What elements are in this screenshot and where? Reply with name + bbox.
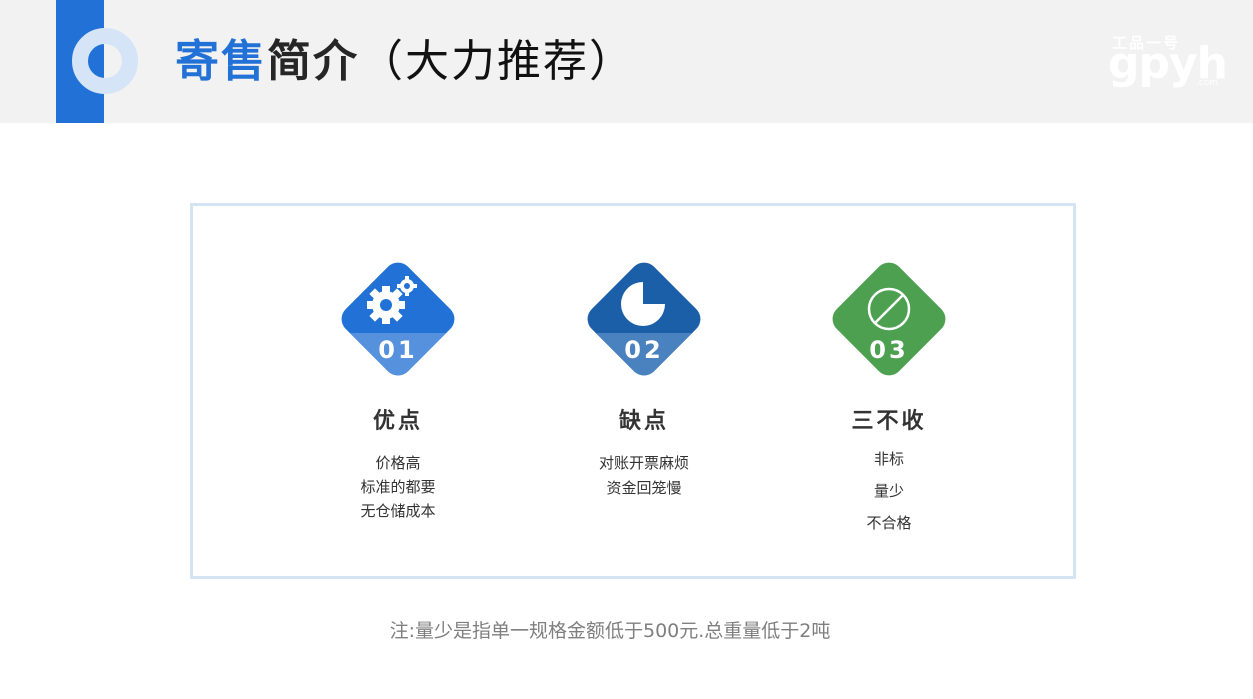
- card-disadvantages: 02 缺点 对账开票麻烦 资金回笼慢: [554, 257, 734, 547]
- card-number: 01: [378, 336, 418, 364]
- title-accent: 寄售: [175, 36, 267, 87]
- footnote: 注:量少是指单一规格金额低于500元.总重量低于2吨: [389, 620, 831, 642]
- list-item: 量少: [873, 482, 904, 500]
- diamond-badge: 01: [336, 257, 460, 381]
- title-rest: 简介: [267, 36, 359, 87]
- list-item: 价格高: [375, 454, 421, 472]
- card-number: 02: [624, 336, 664, 364]
- watermark-sub: .com: [1195, 78, 1218, 88]
- list-item: 非标: [873, 450, 904, 468]
- watermark-logo: 工品一号 gpyh .com: [1108, 30, 1228, 92]
- card-lines: 非标 量少 不合格: [799, 443, 979, 539]
- card-heading: 缺点: [618, 409, 669, 434]
- card-heading: 优点: [372, 409, 423, 434]
- header: 寄售简介（大力推荐） 工品一号 gpyh .com: [0, 0, 1253, 123]
- diamond-badge: 02: [582, 257, 706, 381]
- card-lines: 价格高 标准的都要 无仓储成本: [308, 451, 488, 523]
- list-item: 标准的都要: [360, 478, 436, 496]
- diamond-badge: 03: [827, 257, 951, 381]
- card-three-rejects: 03 三不收 非标 量少 不合格: [799, 257, 979, 547]
- list-item: 无仓储成本: [360, 502, 436, 520]
- page-title: 寄售简介（大力推荐）: [175, 30, 635, 94]
- list-item: 对账开票麻烦: [598, 454, 689, 472]
- card-number: 03: [869, 336, 909, 364]
- list-item: 资金回笼慢: [606, 479, 682, 497]
- card-lines: 对账开票麻烦 资金回笼慢: [554, 451, 734, 501]
- ring-icon: [72, 28, 138, 94]
- list-item: 不合格: [866, 514, 912, 532]
- card-advantages: 01 优点 价格高 标准的都要 无仓储成本: [308, 257, 488, 547]
- card-heading: 三不收: [851, 409, 927, 434]
- title-paren: （大力推荐）: [359, 36, 635, 87]
